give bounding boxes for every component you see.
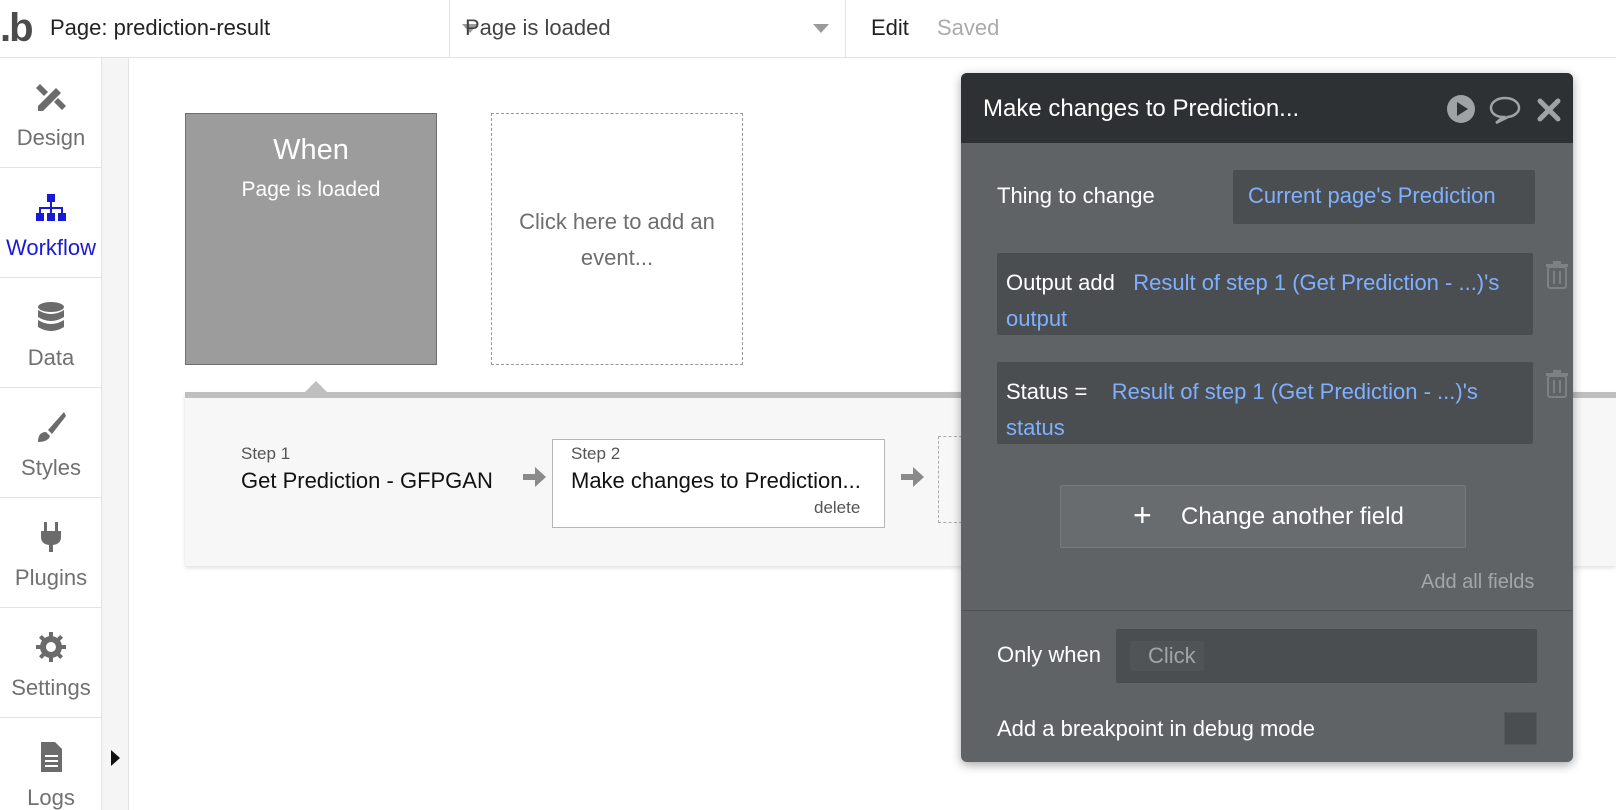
only-when-label: Only when [997,642,1101,667]
chevron-down-icon [813,24,829,33]
close-icon[interactable] [1535,93,1563,125]
sidebar-item-label: Workflow [5,235,97,260]
sidebar-item-data[interactable]: Data [0,278,102,388]
event-card-when-label: When [273,134,349,166]
step-number: Step 2 [571,444,621,463]
sidebar-item-label: Data [27,345,75,370]
document-icon [41,742,62,772]
change-another-field-label: Change another field [1181,503,1404,530]
trash-icon[interactable] [1545,370,1569,398]
thing-to-change-value: Current page's Prediction [1248,183,1496,208]
sidebar-item-logs[interactable]: Logs [0,718,102,810]
add-event-text: Click here to add an event... [519,209,715,270]
plug-icon [41,522,61,552]
event-selector[interactable]: Page is loaded [450,0,846,57]
event-selector-label: Page is loaded [465,15,611,40]
page-selector[interactable]: Page: prediction-result [42,0,478,57]
plus-icon: + [1133,497,1152,533]
delete-step-link[interactable]: delete [814,498,860,518]
thing-to-change-field[interactable]: Current page's Prediction [1233,170,1535,224]
step-title: Make changes to Prediction... [571,468,861,493]
workflow-icon [36,194,66,221]
step-title: Get Prediction - GFPGAN [241,468,493,493]
sidebar-item-design[interactable]: Design [0,58,102,168]
database-icon [38,302,64,331]
sidebar-item-workflow[interactable]: Workflow [0,168,102,278]
bubble-logo[interactable]: .b [0,8,40,48]
action-property-panel: Make changes to Prediction... Thing to c… [961,73,1573,762]
play-icon[interactable] [1445,93,1477,125]
only-when-placeholder[interactable]: Click [1130,641,1204,671]
page-selector-label: Page: prediction-result [50,15,271,40]
add-event-placeholder[interactable]: Click here to add an event... [491,113,743,365]
field-row-status[interactable]: Status = Result of step 1 (Get Predictio… [997,362,1533,444]
field-row-text: Status = Result of step 1 (Get Predictio… [1006,374,1523,446]
sidebar-item-label: Styles [21,455,81,480]
step-number: Step 1 [241,444,291,463]
breakpoint-checkbox[interactable] [1504,712,1537,745]
thing-to-change-label: Thing to change [997,183,1155,208]
event-card-trigger: Page is loaded [241,178,381,201]
top-bar: .b Page: prediction-result Page is loade… [0,0,1616,58]
sidebar-item-settings[interactable]: Settings [0,608,102,718]
save-status: Saved [937,15,1000,40]
design-icon [36,84,66,111]
breakpoint-label: Add a breakpoint in debug mode [997,716,1316,741]
selected-event-pointer [304,381,328,393]
sidebar-item-plugins[interactable]: Plugins [0,498,102,608]
edit-menu[interactable]: Edit [871,15,909,41]
expand-arrow-icon[interactable] [111,750,120,766]
panel-title: Make changes to Prediction... [983,95,1300,122]
event-card-page-loaded[interactable]: When Page is loaded [185,113,437,365]
arrow-right-icon [901,467,924,487]
field-row-output[interactable]: Output add Result of step 1 (Get Predict… [997,253,1533,335]
sidebar-item-label: Logs [27,785,75,810]
add-all-fields-link[interactable]: Add all fields [1421,571,1534,594]
sidebar-item-label: Design [16,125,86,150]
comment-icon[interactable] [1488,93,1522,125]
gear-icon [36,632,66,662]
change-another-field-button[interactable]: + Change another field [1060,485,1466,548]
trash-icon[interactable] [1545,261,1569,289]
sidebar-item-styles[interactable]: Styles [0,388,102,498]
sidebar-collapse-strip [102,58,129,810]
panel-header: Make changes to Prediction... [961,73,1573,143]
field-row-text: Output add Result of step 1 (Get Predict… [1006,265,1523,337]
workflow-step-1[interactable]: Step 1 Get Prediction - GFPGAN [241,444,493,494]
sidebar: Design Workflow Data Styles Plugins Sett… [0,58,102,810]
workflow-step-2-content: Step 2 Make changes to Prediction... [571,444,871,494]
arrow-right-icon [523,467,546,487]
panel-divider [961,610,1573,611]
only-when-input[interactable]: Click [1116,629,1537,683]
field-key: Status = [1006,379,1088,404]
sidebar-item-label: Settings [11,675,91,700]
field-key: Output add [1006,270,1115,295]
brush-icon [38,412,66,442]
sidebar-item-label: Plugins [14,565,88,590]
